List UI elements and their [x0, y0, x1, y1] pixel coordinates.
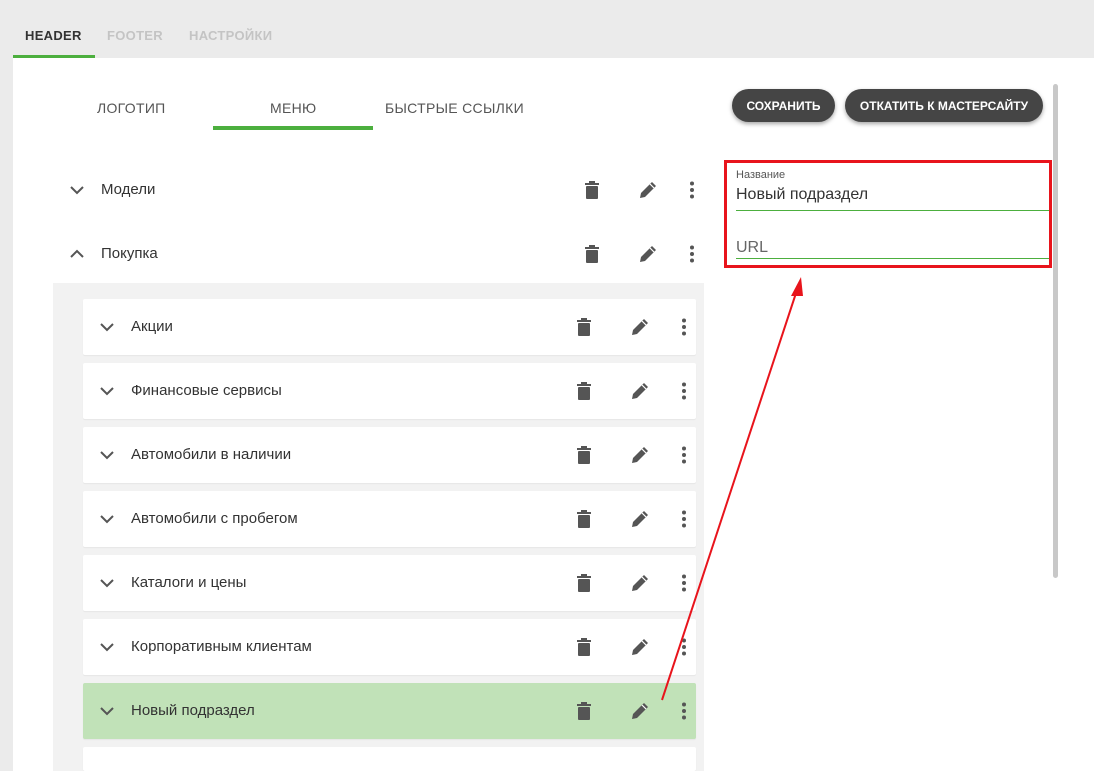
- annotation-arrow: [661, 277, 803, 701]
